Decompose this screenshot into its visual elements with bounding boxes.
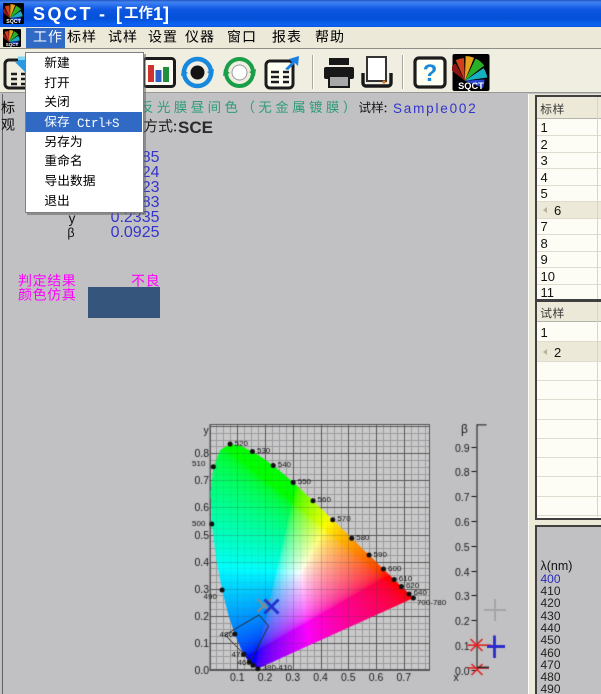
svg-text:SQCT: SQCT [6, 42, 19, 47]
svg-text:SQCT: SQCT [6, 19, 21, 24]
svg-text:?: ? [423, 60, 438, 87]
svg-text:SQCT: SQCT [458, 81, 484, 91]
